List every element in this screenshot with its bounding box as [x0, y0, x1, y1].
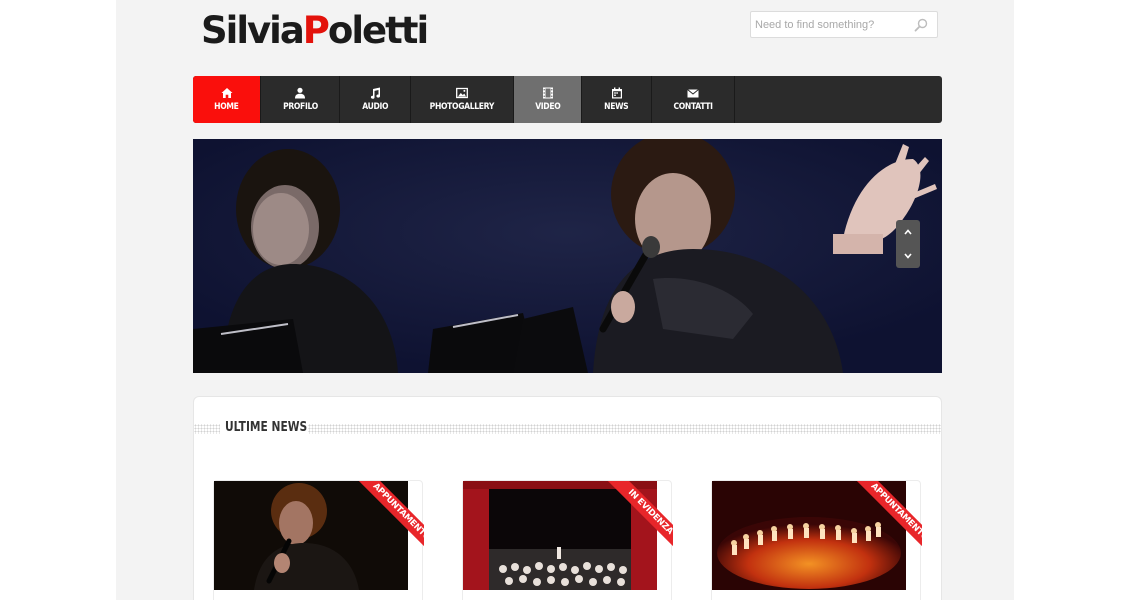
nav-label: CONTATTI: [673, 102, 713, 112]
calendar-icon: [611, 87, 622, 99]
chevron-down-icon: [904, 253, 912, 259]
logo-initial: P: [302, 9, 330, 52]
nav-item-audio[interactable]: AUDIO: [340, 76, 411, 123]
nav-label: PROFILO: [282, 102, 318, 112]
search-box: [750, 11, 938, 38]
hero-image: [193, 139, 942, 373]
search-input[interactable]: [751, 12, 901, 37]
ribbon: IN EVIDENZA: [601, 481, 673, 553]
dotted-rule: [308, 424, 941, 434]
home-icon: [221, 88, 232, 98]
ribbon-label: APPUNTAMENTO: [356, 481, 424, 553]
section-title: ULTIME NEWS: [225, 420, 308, 435]
site-logo[interactable]: SilviaPoletti: [201, 8, 429, 54]
hero-slider[interactable]: [193, 139, 942, 373]
film-icon: [542, 87, 553, 99]
news-card[interactable]: APPUNTAMENTO: [213, 480, 424, 600]
dotted-rule: [194, 424, 220, 434]
nav-label: VIDEO: [534, 102, 561, 112]
user-icon: [295, 87, 305, 99]
ribbon: APPUNTAMENTO: [850, 481, 922, 553]
nav-label: AUDIO: [362, 102, 388, 112]
section-header: ULTIME NEWS: [194, 420, 941, 436]
slider-next-button[interactable]: [896, 244, 920, 268]
news-card[interactable]: APPUNTAMENTO: [711, 480, 922, 600]
news-card[interactable]: IN EVIDENZA: [462, 480, 673, 600]
picture-icon: [456, 87, 468, 99]
ribbon-label: APPUNTAMENTO: [854, 481, 922, 553]
music-note-icon: [370, 87, 381, 99]
nav-item-home[interactable]: HOME: [193, 76, 261, 123]
nav-label: PHOTOGALLERY: [429, 102, 495, 112]
nav-item-photogallery[interactable]: PHOTOGALLERY: [411, 76, 514, 123]
nav-label: HOME: [214, 102, 239, 112]
envelope-icon: [687, 89, 699, 98]
ribbon: APPUNTAMENTO: [352, 481, 424, 553]
slider-prev-button[interactable]: [896, 220, 920, 244]
nav-item-contatti[interactable]: CONTATTI: [652, 76, 735, 123]
nav-item-news[interactable]: NEWS: [582, 76, 652, 123]
slider-controls: [896, 220, 920, 268]
logo-first-name: Silvia: [201, 9, 305, 52]
nav-item-profilo[interactable]: PROFILO: [261, 76, 340, 123]
logo-last-name: oletti: [327, 9, 429, 52]
nav-label: NEWS: [604, 102, 629, 112]
chevron-up-icon: [904, 229, 912, 235]
ribbon-label: IN EVIDENZA: [605, 481, 673, 553]
search-icon[interactable]: [914, 18, 928, 32]
main-nav: HOME PROFILO AUDIO PHOTOGALLERY VIDEO NE…: [193, 76, 942, 123]
nav-item-video[interactable]: VIDEO: [514, 76, 582, 123]
